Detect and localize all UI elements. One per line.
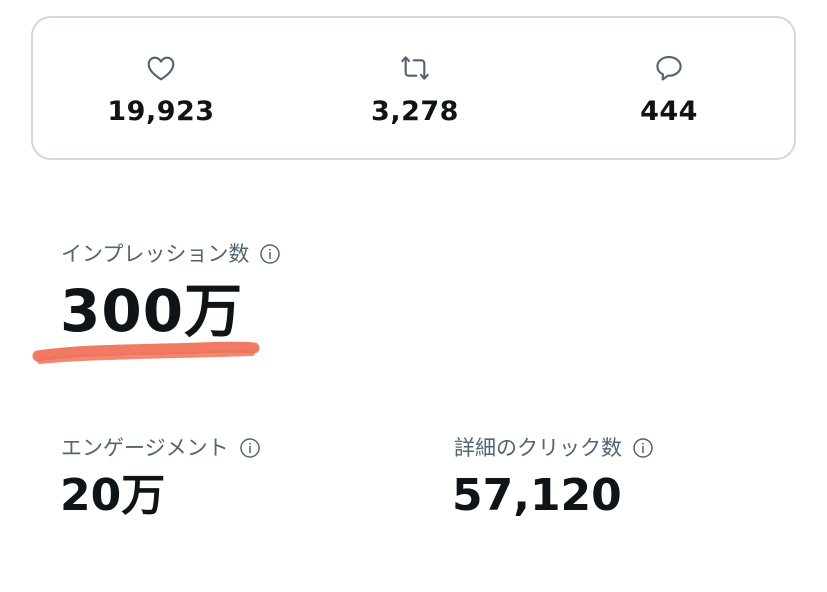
engagements-value: 20万 xyxy=(60,470,166,521)
engagements-label: エンゲージメント xyxy=(61,435,261,461)
detail-clicks-label: 詳細のクリック数 xyxy=(454,435,654,461)
likes-stat[interactable]: 19,923 xyxy=(61,18,261,158)
replies-stat[interactable]: 444 xyxy=(569,18,769,158)
replies-count: 444 xyxy=(640,96,698,127)
heart-icon[interactable] xyxy=(145,52,177,84)
likes-count: 19,923 xyxy=(107,96,215,127)
detail-clicks-label-text: 詳細のクリック数 xyxy=(454,436,622,460)
impressions-label-text: インプレッション数 xyxy=(61,242,250,266)
info-icon[interactable] xyxy=(259,243,281,265)
reposts-count: 3,278 xyxy=(371,96,459,127)
highlight-underline xyxy=(32,341,260,364)
impressions-label: インプレッション数 xyxy=(61,241,281,267)
repost-icon[interactable] xyxy=(399,52,431,84)
engagements-label-text: エンゲージメント xyxy=(61,436,229,460)
detail-clicks-value: 57,120 xyxy=(452,470,622,521)
info-icon[interactable] xyxy=(632,437,654,459)
reply-icon[interactable] xyxy=(653,52,685,84)
info-icon[interactable] xyxy=(239,437,261,459)
reposts-stat[interactable]: 3,278 xyxy=(315,18,515,158)
engagement-stats-card: 19,923 3,278 444 xyxy=(31,16,796,160)
